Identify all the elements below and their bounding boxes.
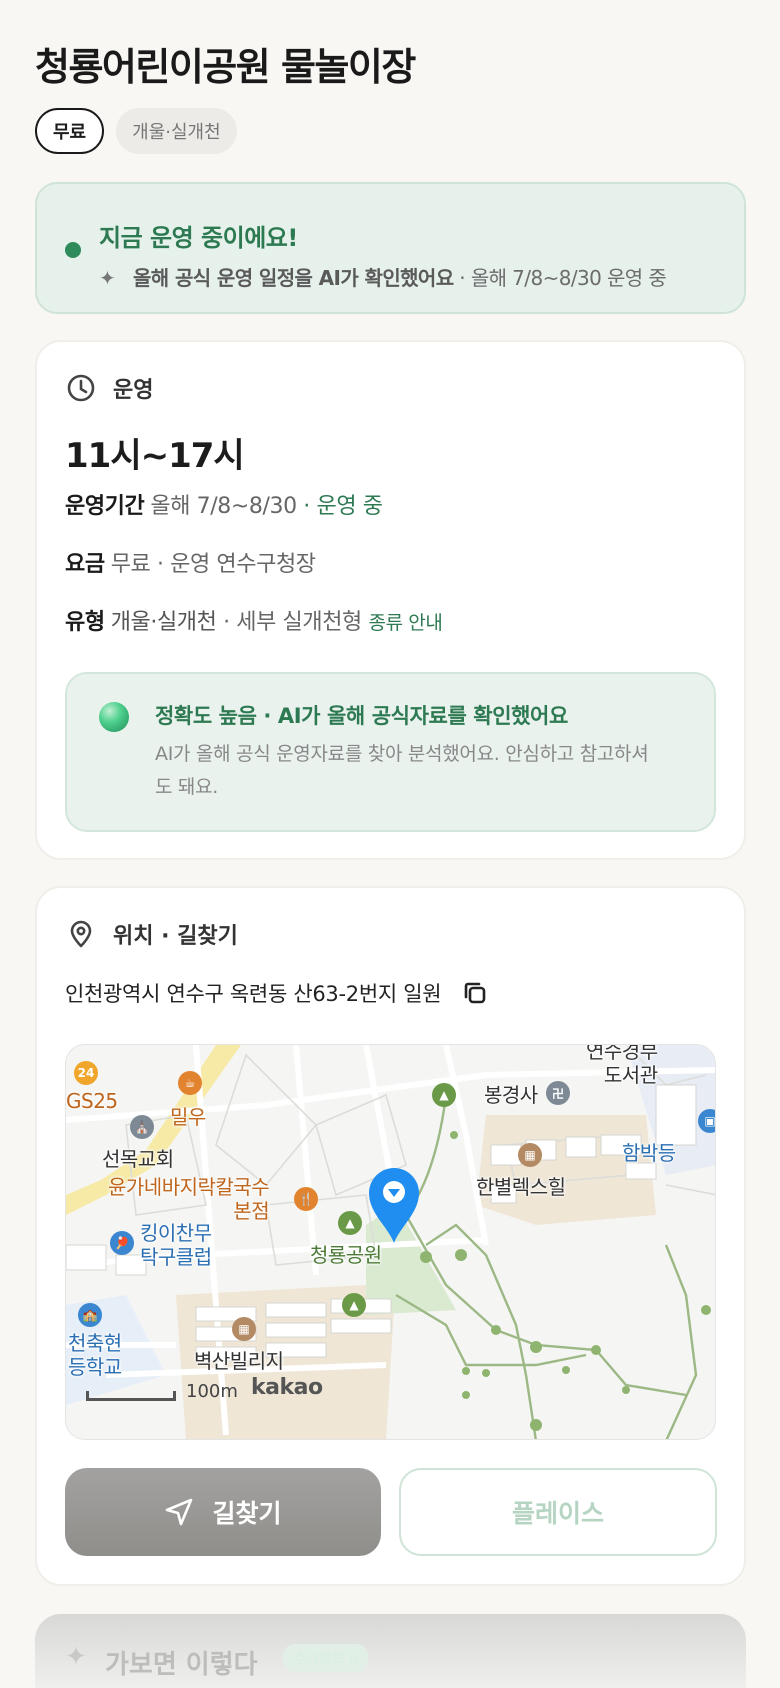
extra-info-badge: 추가정보 0 <box>283 1644 368 1672</box>
operation-section-header: 운영 <box>65 372 153 404</box>
operation-section-label: 운영 <box>113 378 154 403</box>
fee-value: 무료 · 운영 연수구청장 <box>110 552 316 577</box>
page-title: 청룡어린이공원 물놀이장 <box>35 45 416 89</box>
navigation-arrow-icon <box>166 1498 193 1526</box>
period-key: 운영기간 <box>65 494 145 519</box>
type-chip[interactable]: 개울·실개천 <box>116 108 237 154</box>
map-label-museum[interactable]: 함박등 <box>622 1137 676 1166</box>
fee-row: 요금 무료 · 운영 연수구청장 <box>65 546 316 578</box>
mountain-icon[interactable]: ▲ <box>432 1083 456 1107</box>
map-label-temple[interactable]: 봉경사 <box>484 1079 538 1108</box>
scale-bar <box>86 1391 176 1401</box>
map-label-villa[interactable]: 벽산빌리지 <box>194 1345 284 1374</box>
apartment-icon[interactable]: ▦ <box>232 1317 256 1341</box>
address-text: 인천광역시 연수구 옥련동 산63-2번지 일원 <box>65 982 442 1006</box>
operating-status-banner: 지금 운영 중이에요! ✦ 올해 공식 운영 일정을 AI가 확인했어요 · 올해… <box>35 182 746 314</box>
park-icon[interactable]: ▲ <box>338 1211 362 1235</box>
restaurant-icon[interactable]: 🍴 <box>294 1187 318 1211</box>
temple-icon[interactable]: 卍 <box>546 1081 570 1105</box>
type-value: 개울·실개천 <box>110 610 217 635</box>
copy-icon[interactable] <box>461 979 489 1007</box>
scale-label: 100m <box>186 1381 238 1402</box>
place-button[interactable]: 플레이스 <box>399 1468 717 1556</box>
location-card: 위치 · 길찾기 인천광역시 연수구 옥련동 산63-2번지 일원 24 GS2… <box>35 886 746 1586</box>
page: 청룡어린이공원 물놀이장 무료 개울·실개천 지금 운영 중이에요! ✦ 올해 공… <box>0 0 780 1688</box>
fee-key: 요금 <box>65 552 105 577</box>
sparkle-icon-2: ✦ <box>65 1642 87 1672</box>
type-guide-link[interactable]: 종류 안내 <box>369 612 443 634</box>
sparkle-icon: ✦ <box>99 266 116 290</box>
sports-icon[interactable]: 🏓 <box>110 1231 134 1255</box>
period-row: 운영기간 올해 7/8~8/30 · 운영 중 <box>65 488 383 520</box>
location-pin-icon <box>70 920 92 948</box>
clock-icon <box>67 374 95 402</box>
map-label-gs25[interactable]: GS25 <box>66 1089 118 1113</box>
period-status: · 운영 중 <box>296 494 383 519</box>
cafe-icon[interactable]: ☕ <box>178 1071 202 1095</box>
address-row: 인천광역시 연수구 옥련동 산63-2번지 일원 <box>65 978 489 1008</box>
status-dot <box>65 242 81 258</box>
operating-hours: 11시~17시 <box>65 436 245 476</box>
map-label-library[interactable]: 연수경부 도서관 <box>586 1045 658 1087</box>
map-label-pingpong[interactable]: 킹이찬무 탁구클럽 <box>140 1221 212 1269</box>
visit-review-title: 가보면 이렇다 <box>105 1650 258 1680</box>
status-sub-rest: · 올해 7/8~8/30 운영 중 <box>453 266 667 290</box>
trail-icon[interactable]: ▲ <box>342 1293 366 1317</box>
map-label-school[interactable]: 천축현 등학교 <box>68 1331 122 1379</box>
status-headline: 지금 운영 중이에요! <box>99 224 298 252</box>
ai-orb-icon <box>99 702 129 732</box>
price-chip[interactable]: 무료 <box>35 108 105 154</box>
type-detail: · 세부 실개천형 <box>216 610 369 635</box>
status-subtext: ✦ 올해 공식 운영 일정을 AI가 확인했어요 · 올해 7/8~8/30 운영… <box>99 262 667 291</box>
status-sub-bold: 올해 공식 운영 일정을 AI가 확인했어요 <box>133 266 454 290</box>
map-provider-logo: kakao <box>251 1375 323 1400</box>
accuracy-notice: 정확도 높음 · AI가 올해 공식자료를 확인했어요 AI가 올해 공식 운영… <box>65 672 716 832</box>
visit-review-card-peek: ✦ 가보면 이렇다 추가정보 0 <box>35 1614 746 1688</box>
map-label-church[interactable]: 선목교회 <box>102 1143 174 1172</box>
museum-icon[interactable]: ▣ <box>698 1109 715 1133</box>
map-label-hill[interactable]: 한별렉스힐 <box>476 1171 566 1200</box>
church-icon[interactable]: ⛪ <box>130 1115 154 1139</box>
convenience-store-icon[interactable]: 24 <box>74 1061 98 1085</box>
tag-chips: 무료 개울·실개천 <box>35 108 237 154</box>
type-key: 유형 <box>65 610 105 635</box>
place-button-label: 플레이스 <box>511 1499 604 1528</box>
directions-button[interactable]: 길찾기 <box>65 1468 381 1556</box>
location-section-label: 위치 · 길찾기 <box>113 924 238 949</box>
period-value: 올해 7/8~8/30 <box>150 494 297 519</box>
map-label-restaurant[interactable]: 윤가네바지락칼국수 본점 <box>108 1175 270 1223</box>
directions-button-label: 길찾기 <box>212 1499 282 1528</box>
location-marker-icon[interactable] <box>366 1165 422 1245</box>
type-row: 유형 개울·실개천 · 세부 실개천형 종류 안내 <box>65 604 443 636</box>
operation-card: 운영 11시~17시 운영기간 올해 7/8~8/30 · 운영 중 요금 무료 ·… <box>35 340 746 860</box>
map-view[interactable]: 24 GS25 ☕ 밀우 ⛪ 선목교회 윤가네바지락칼국수 본점 🍴 🏓 킹이찬… <box>65 1044 716 1440</box>
accuracy-headline: 정확도 높음 · AI가 올해 공식자료를 확인했어요 <box>155 704 568 728</box>
map-label-milwoo[interactable]: 밀우 <box>170 1101 206 1130</box>
apartment-icon-2[interactable]: ▦ <box>518 1143 542 1167</box>
school-icon[interactable]: 🏫 <box>78 1303 102 1327</box>
location-section-header: 위치 · 길찾기 <box>65 918 238 950</box>
accuracy-body: AI가 올해 공식 운영자료를 찾아 분석했어요. 안심하고 참고하셔도 돼요. <box>155 743 649 798</box>
